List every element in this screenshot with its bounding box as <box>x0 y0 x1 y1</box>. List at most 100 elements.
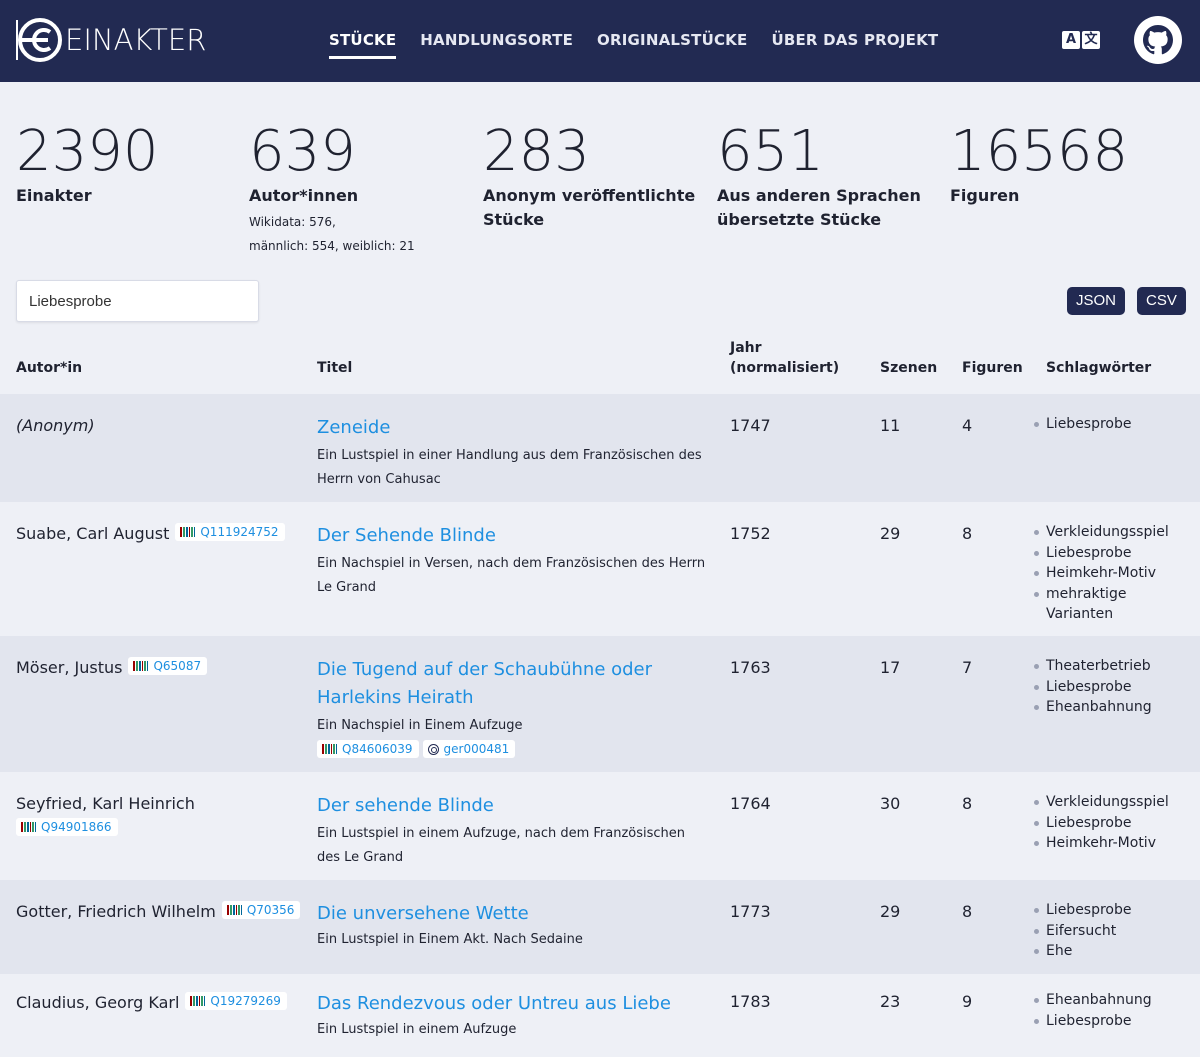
table-row: Möser, Justus Q65087 Die Tugend auf der S… <box>0 636 1200 772</box>
author-cell: Claudius, Georg Karl Q19279269 <box>16 991 306 1015</box>
dracor-icon <box>427 743 439 755</box>
author-cell: Suabe, Carl August Q111924752 <box>16 522 306 546</box>
author-name: Möser, Justus <box>16 658 123 677</box>
json-download-button[interactable]: JSON <box>1067 287 1126 315</box>
wikidata-icon <box>21 822 36 832</box>
header-scenes[interactable]: Szenen <box>880 358 937 378</box>
scenes-cell: 30 <box>880 794 901 813</box>
title-cell: Die unversehene Wette Ein Lustspiel in E… <box>317 900 707 952</box>
wikidata-badge[interactable]: Q94901866 <box>16 818 118 836</box>
wikidata-badge[interactable]: Q111924752 <box>175 523 285 541</box>
tags-list: Verkleidungsspiel Liebesprobe Heimkehr-M… <box>1034 522 1184 625</box>
play-subtitle: Ein Lustspiel in einer Handlung aus dem … <box>317 448 702 487</box>
tag-item: Eifersucht <box>1034 921 1184 942</box>
tags-list: Liebesprobe <box>1034 414 1184 435</box>
tags-list: Theaterbetrieb Liebesprobe Eheanbahnung <box>1034 656 1184 718</box>
csv-download-button[interactable]: CSV <box>1137 287 1186 315</box>
tag-item: Liebesprobe <box>1034 900 1184 921</box>
nav-stuecke[interactable]: STÜCKE <box>329 31 397 59</box>
play-subtitle: Ein Lustspiel in Einem Akt. Nach Sedaine <box>317 932 583 947</box>
play-title-link[interactable]: Der sehende Blinde <box>317 792 707 820</box>
title-cell: Zeneide Ein Lustspiel in einer Handlung … <box>317 414 707 492</box>
stat-number: 651 <box>717 119 824 184</box>
play-title-link[interactable]: Der Sehende Blinde <box>317 522 707 550</box>
year-cell: 1783 <box>730 992 771 1011</box>
wikidata-icon <box>322 744 337 754</box>
scenes-cell: 29 <box>880 902 901 921</box>
stat-anonym: 283 Anonym veröffentlichte Stücke <box>483 120 703 232</box>
dracor-id: ger000481 <box>443 742 510 756</box>
filter-input[interactable] <box>16 280 259 322</box>
stat-uebersetzt: 651 Aus anderen Sprachen übersetzte Stüc… <box>717 120 937 232</box>
wikidata-id: Q84606039 <box>342 742 413 756</box>
stat-number: 639 <box>249 119 356 184</box>
wikidata-badge[interactable]: Q19279269 <box>185 992 287 1010</box>
author-cell: (Anonym) <box>16 414 306 438</box>
title-cell: Der sehende Blinde Ein Lustspiel in eine… <box>317 792 707 870</box>
tag-item: Liebesprobe <box>1034 1011 1184 1032</box>
wikidata-id: Q19279269 <box>210 994 281 1008</box>
tag-item: Liebesprobe <box>1034 414 1184 435</box>
header-figures[interactable]: Figuren <box>962 358 1023 378</box>
play-title-link[interactable]: Die unversehene Wette <box>317 900 707 928</box>
play-title-link[interactable]: Das Rendezvous oder Untreu aus Liebe <box>317 990 707 1018</box>
stat-figuren: 16568 Figuren <box>950 120 1170 208</box>
stat-sub: Wikidata: 576, männlich: 554, weiblich: … <box>249 210 469 259</box>
dracor-badge[interactable]: ger000481 <box>422 740 516 758</box>
tag-item: mehraktige Varianten <box>1034 584 1184 625</box>
tags-list: Eheanbahnung Liebesprobe <box>1034 990 1184 1031</box>
tag-item: Verkleidungsspiel <box>1034 792 1184 813</box>
main-nav: STÜCKE HANDLUNGSORTE ORIGINALSTÜCKE ÜBER… <box>329 31 962 59</box>
tag-item: Eheanbahnung <box>1034 697 1184 718</box>
play-title-link[interactable]: Die Tugend auf der Schaubühne oder Harle… <box>317 656 707 712</box>
wikidata-id: Q70356 <box>246 903 295 917</box>
author-cell: Gotter, Friedrich Wilhelm Q70356 <box>16 900 306 924</box>
author-name: Suabe, Carl August <box>16 524 170 543</box>
author-cell: Seyfried, Karl Heinrich Q94901866 <box>16 792 306 841</box>
tags-list: Liebesprobe Eifersucht Ehe <box>1034 900 1184 962</box>
stat-sub-wikidata: Wikidata: 576, <box>249 215 336 229</box>
stat-number: 2390 <box>16 119 159 184</box>
header-title[interactable]: Titel <box>317 358 352 378</box>
stat-label: Figuren <box>950 186 1020 205</box>
title-cell: Das Rendezvous oder Untreu aus Liebe Ein… <box>317 990 707 1042</box>
header-year[interactable]: Jahr (normalisiert) <box>730 338 840 378</box>
scenes-cell: 17 <box>880 658 901 677</box>
wikidata-id: Q94901866 <box>41 820 112 834</box>
tag-item: Theaterbetrieb <box>1034 656 1184 677</box>
author-cell: Möser, Justus Q65087 <box>16 656 306 680</box>
year-cell: 1773 <box>730 902 771 921</box>
translate-icon[interactable]: A文 <box>1062 31 1102 51</box>
nav-handlungsorte[interactable]: HANDLUNGSORTE <box>420 31 573 59</box>
nav-originalstuecke[interactable]: ORIGINALSTÜCKE <box>597 31 747 59</box>
wikidata-badge[interactable]: Q70356 <box>221 901 301 919</box>
stat-label: Anonym veröffentlichte Stücke <box>483 186 696 229</box>
stat-label: Einakter <box>16 186 92 205</box>
wikidata-icon <box>133 661 149 671</box>
year-cell: 1763 <box>730 658 771 677</box>
header-author[interactable]: Autor*in <box>16 358 82 378</box>
figures-cell: 9 <box>962 992 973 1011</box>
github-icon[interactable] <box>1134 16 1182 64</box>
tag-item: Eheanbahnung <box>1034 990 1184 1011</box>
nav-ueber-das-projekt[interactable]: ÜBER DAS PROJEKT <box>771 31 938 59</box>
site-logo[interactable]: EINAKTER <box>16 16 206 64</box>
wikidata-id: Q65087 <box>153 659 202 673</box>
wikidata-icon <box>180 527 196 537</box>
wikidata-badge[interactable]: Q84606039 <box>317 740 419 758</box>
table-row: Suabe, Carl August Q111924752 Der Sehende… <box>0 502 1200 636</box>
figures-cell: 8 <box>962 902 973 921</box>
header-tags[interactable]: Schlagwörter <box>1046 358 1151 378</box>
top-navbar: EINAKTER STÜCKE HANDLUNGSORTE ORIGINALST… <box>0 0 1200 82</box>
stat-number: 283 <box>483 119 590 184</box>
stat-einakter: 2390 Einakter <box>16 120 236 208</box>
wikidata-badge[interactable]: Q65087 <box>128 657 208 675</box>
tag-item: Liebesprobe <box>1034 543 1184 564</box>
figures-cell: 4 <box>962 416 973 435</box>
play-subtitle: Ein Nachspiel in Versen, nach dem Franzö… <box>317 556 706 595</box>
stat-autorinnen: 639 Autor*innen Wikidata: 576, männlich:… <box>249 120 469 259</box>
logo-text: EINAKTER <box>65 23 207 57</box>
year-cell: 1752 <box>730 524 771 543</box>
tags-list: Verkleidungsspiel Liebesprobe Heimkehr-M… <box>1034 792 1184 854</box>
play-title-link[interactable]: Zeneide <box>317 414 707 442</box>
